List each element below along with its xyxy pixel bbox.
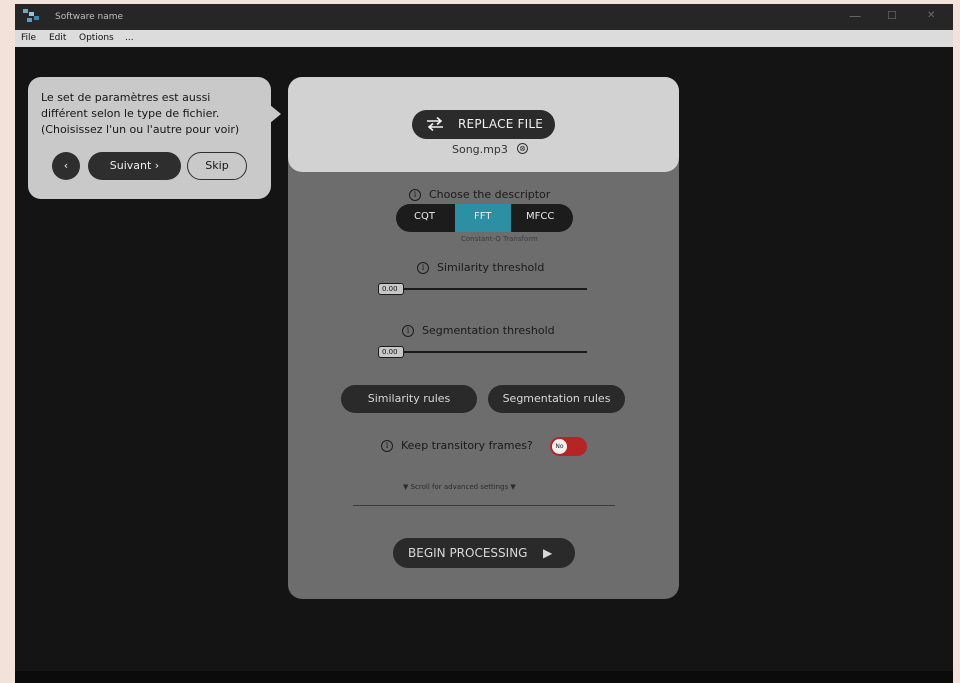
descriptor-caption: Constant-Q Transform: [461, 235, 538, 243]
segmentation-slider[interactable]: [404, 351, 587, 353]
tutorial-text: Le set de paramètres est aussi différent…: [41, 90, 239, 138]
file-area: REPLACE FILE Song.mp3 ⊗: [288, 77, 679, 172]
transitory-info-icon[interactable]: i: [381, 440, 393, 452]
app-logo-icon: [23, 9, 41, 25]
menu-file[interactable]: File: [21, 33, 36, 43]
menu-edit[interactable]: Edit: [49, 33, 66, 43]
descriptor-selector: CQT FFT MFCC: [396, 204, 573, 232]
file-name: Song.mp3: [452, 143, 508, 156]
minimize-button[interactable]: —: [849, 9, 861, 23]
replace-file-label: REPLACE FILE: [458, 117, 543, 131]
segmentation-rules-button[interactable]: Segmentation rules: [488, 385, 625, 413]
status-strip: [15, 671, 953, 683]
divider: [353, 505, 615, 506]
descriptor-option-mfcc[interactable]: MFCC: [526, 211, 554, 222]
tutorial-line: (Choisissez l'un ou l'autre pour voir): [41, 123, 240, 136]
play-icon: ▶: [543, 546, 553, 560]
advanced-settings-hint[interactable]: ▼ Scroll for advanced settings ▼: [403, 483, 516, 491]
similarity-value[interactable]: 0.00: [378, 283, 404, 295]
replace-file-button[interactable]: REPLACE FILE: [412, 110, 555, 139]
tutorial-line: Le set de paramètres est aussi: [41, 91, 211, 104]
swap-arrows-icon: [427, 117, 443, 131]
maximize-button[interactable]: ☐: [887, 9, 897, 23]
tutorial-bubble-pointer: [270, 105, 281, 123]
descriptor-option-cqt[interactable]: CQT: [414, 211, 435, 222]
tutorial-line: différent selon le type de fichier.: [41, 107, 220, 120]
similarity-info-icon[interactable]: i: [417, 262, 429, 274]
begin-processing-button[interactable]: BEGIN PROCESSING ▶: [393, 538, 575, 568]
segmentation-info-icon[interactable]: i: [402, 325, 414, 337]
transitory-label: Keep transitory frames?: [401, 439, 533, 452]
descriptor-info-icon[interactable]: i: [409, 189, 421, 201]
tutorial-prev-button[interactable]: ‹: [52, 152, 80, 180]
tutorial-bubble: Le set de paramètres est aussi différent…: [28, 77, 271, 199]
descriptor-heading: Choose the descriptor: [429, 188, 551, 201]
menu-options[interactable]: Options: [79, 33, 114, 43]
segmentation-label: Segmentation threshold: [422, 324, 555, 337]
tutorial-next-button[interactable]: Suivant ›: [88, 152, 181, 180]
descriptor-option-fft[interactable]: FFT: [474, 211, 491, 222]
similarity-rules-button[interactable]: Similarity rules: [341, 385, 477, 413]
transitory-toggle[interactable]: No: [550, 437, 587, 456]
window-title: Software name: [55, 12, 124, 22]
similarity-label: Similarity threshold: [437, 261, 545, 274]
title-bar[interactable]: Software name — ☐ ✕: [15, 4, 953, 30]
settings-panel: REPLACE FILE Song.mp3 ⊗ i Choose the des…: [288, 77, 679, 599]
menu-bar: File Edit Options ...: [15, 30, 953, 47]
similarity-slider[interactable]: [404, 288, 587, 290]
begin-processing-label: BEGIN PROCESSING: [408, 546, 528, 560]
tutorial-skip-button[interactable]: Skip: [187, 152, 247, 180]
app-window: Software name — ☐ ✕ File Edit Options ..…: [15, 4, 953, 683]
close-button[interactable]: ✕: [927, 9, 935, 23]
toggle-knob: No: [552, 439, 567, 454]
segmentation-value[interactable]: 0.00: [378, 346, 404, 358]
remove-file-icon[interactable]: ⊗: [517, 143, 528, 154]
menu-more[interactable]: ...: [125, 33, 134, 43]
